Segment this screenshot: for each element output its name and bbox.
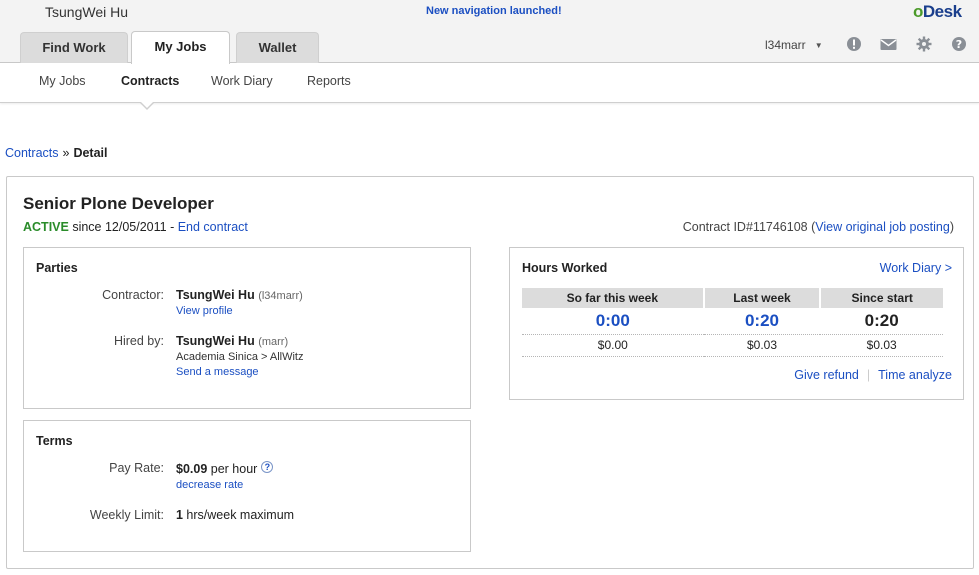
tab-wallet[interactable]: Wallet <box>236 32 319 63</box>
odesk-logo[interactable]: oDesk <box>913 2 962 22</box>
time-since-start: 0:20 <box>820 308 943 335</box>
hours-worked-title: Hours Worked <box>522 261 608 275</box>
status-since: since 12/05/2011 - <box>68 220 178 234</box>
header-user-name: TsungWei Hu <box>45 4 129 20</box>
time-last-week[interactable]: 0:20 <box>703 308 821 335</box>
weekly-limit-label: Weekly Limit: <box>89 508 164 522</box>
announcement-link[interactable]: New navigation launched! <box>426 5 562 17</box>
hired-by-label: Hired by: <box>113 334 164 348</box>
hirer-name: TsungWei Hu <box>176 334 255 348</box>
svg-text:?: ? <box>956 38 962 51</box>
gear-icon[interactable] <box>916 36 932 52</box>
parties-title: Parties <box>36 261 78 275</box>
actions-divider: | <box>866 368 871 382</box>
contract-id: Contract ID#11746108 (View original job … <box>683 220 954 234</box>
pay-rate-amount: $0.09 <box>176 462 208 476</box>
subnav-contracts[interactable]: Contracts <box>121 74 179 88</box>
hours-table: So far this week Last week Since start 0… <box>522 288 943 357</box>
contract-id-close: ) <box>949 220 954 234</box>
hirer-handle: (marr) <box>258 336 289 348</box>
subnav-my-jobs[interactable]: My Jobs <box>39 74 86 88</box>
logo-rest: Desk <box>922 2 962 21</box>
contract-status-line: ACTIVE since 12/05/2011 - End contract <box>23 220 248 234</box>
weekly-limit-amount: 1 <box>176 508 183 522</box>
active-subnav-pointer <box>139 101 155 110</box>
time-this-week[interactable]: 0:00 <box>522 308 704 335</box>
contractor-name: TsungWei Hu <box>176 288 255 302</box>
view-profile-link[interactable]: View profile <box>176 305 233 317</box>
account-name: l34marr <box>765 38 806 52</box>
subnav-work-diary[interactable]: Work Diary <box>211 74 273 88</box>
col-since-start: Since start <box>820 288 943 308</box>
breadcrumb-separator: » <box>62 146 70 160</box>
breadcrumb-contracts-link[interactable]: Contracts <box>5 146 59 160</box>
hirer-company: Academia Sinica > AllWitz <box>176 351 304 363</box>
top-header: TsungWei Hu New navigation launched! oDe… <box>0 0 979 64</box>
send-message-link[interactable]: Send a message <box>176 366 259 378</box>
breadcrumb: Contracts» Detail <box>5 146 108 160</box>
subnav-reports[interactable]: Reports <box>307 74 351 88</box>
work-diary-link[interactable]: Work Diary > <box>880 261 952 275</box>
amount-last-week: $0.03 <box>703 334 821 357</box>
terms-box: Terms Pay Rate: $0.09 per hour? decrease… <box>23 420 471 552</box>
status-badge: ACTIVE <box>23 220 69 234</box>
hirer-value: TsungWei Hu (marr) <box>176 334 288 348</box>
contract-detail-panel: Senior Plone Developer ACTIVE since 12/0… <box>6 176 974 569</box>
hours-actions: Give refund | Time analyze <box>794 368 952 382</box>
pay-rate-label: Pay Rate: <box>109 461 164 475</box>
help-question-icon[interactable]: ? <box>261 461 274 473</box>
view-job-posting-link[interactable]: View original job posting <box>815 220 950 234</box>
help-icon[interactable]: ? <box>951 36 967 52</box>
contractor-handle: (l34marr) <box>258 290 303 302</box>
decrease-rate-link[interactable]: decrease rate <box>176 479 243 491</box>
alert-icon[interactable] <box>846 36 862 52</box>
contract-id-label: Contract ID#11746108 ( <box>682 220 816 234</box>
account-menu[interactable]: l34marr ▼ <box>765 38 823 52</box>
terms-title: Terms <box>36 434 73 448</box>
tab-find-work[interactable]: Find Work <box>20 32 128 63</box>
mail-icon[interactable] <box>880 36 897 52</box>
sub-navigation: My Jobs Contracts Work Diary Reports <box>0 63 979 103</box>
pay-rate-value: $0.09 per hour? <box>176 461 274 476</box>
breadcrumb-current: Detail <box>73 146 108 160</box>
logo-prefix: o <box>913 2 923 21</box>
contractor-value: TsungWei Hu (l34marr) <box>176 288 303 302</box>
time-analyze-link[interactable]: Time analyze <box>878 368 952 382</box>
contractor-label: Contractor: <box>102 288 164 302</box>
amount-this-week: $0.00 <box>522 334 704 357</box>
parties-box: Parties Contractor: TsungWei Hu (l34marr… <box>23 247 471 409</box>
col-last-week: Last week <box>703 288 822 308</box>
amount-since-start: $0.03 <box>820 334 943 357</box>
weekly-limit-value: 1 hrs/week maximum <box>176 508 294 522</box>
give-refund-link[interactable]: Give refund <box>794 368 859 382</box>
end-contract-link[interactable]: End contract <box>178 220 248 234</box>
weekly-limit-unit: hrs/week maximum <box>182 508 295 522</box>
tab-my-jobs[interactable]: My Jobs <box>131 31 230 64</box>
chevron-down-icon: ▼ <box>814 41 823 50</box>
hours-worked-box: Hours Worked Work Diary > So far this we… <box>509 247 964 400</box>
col-so-far-this-week: So far this week <box>522 288 705 308</box>
pay-rate-unit: per hour <box>207 462 258 476</box>
page-title: Senior Plone Developer <box>23 194 214 213</box>
